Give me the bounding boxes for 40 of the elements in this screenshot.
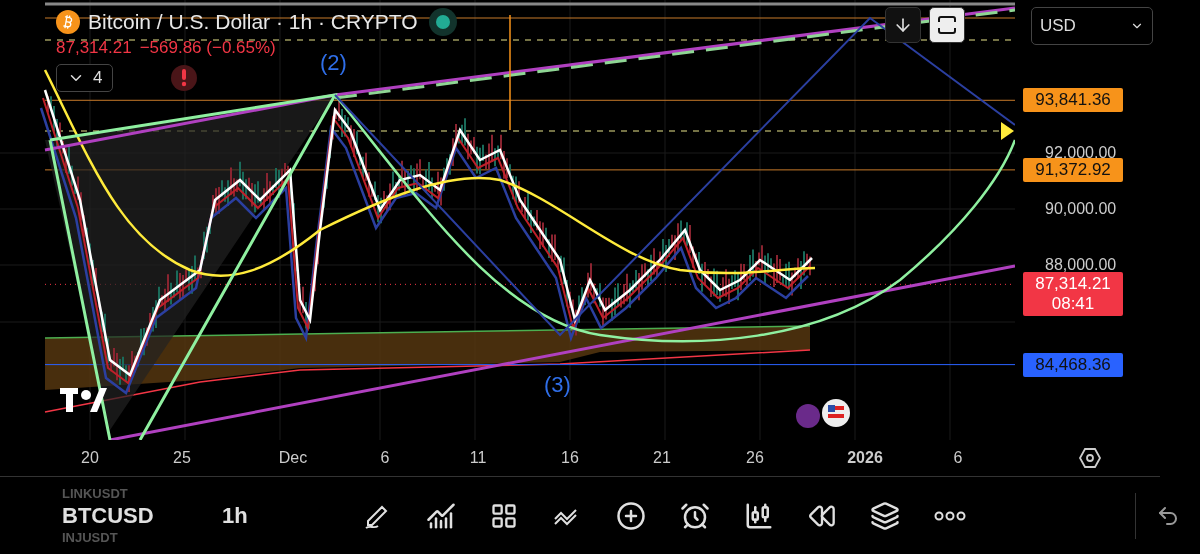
add-icon[interactable] xyxy=(616,500,646,531)
time-tick: 21 xyxy=(653,449,671,467)
price-level-tag: 84,468.36 xyxy=(1023,352,1123,377)
indicators-icon[interactable] xyxy=(426,500,456,531)
price-tick: 90,000.00 xyxy=(1045,200,1117,218)
current-price-tag: 87,314.21 08:41 xyxy=(1023,272,1123,317)
wave-label: (3) xyxy=(544,372,571,398)
time-tick: 6 xyxy=(953,449,963,467)
time-tick: 20 xyxy=(81,449,99,467)
flag-icon xyxy=(822,399,850,427)
alert-icon[interactable] xyxy=(171,65,198,91)
wave-label: (2) xyxy=(320,50,347,76)
bitcoin-icon xyxy=(56,10,80,34)
time-tick: 16 xyxy=(561,449,579,467)
symbol-title: Bitcoin / U.S. Dollar · 1h · CRYPTO xyxy=(88,10,418,34)
fullscreen-button[interactable] xyxy=(929,7,965,43)
time-tick: 25 xyxy=(173,449,191,467)
time-tick: 26 xyxy=(746,449,764,467)
symbol-name[interactable]: BTCUSD xyxy=(62,500,154,531)
scroll-down-button[interactable] xyxy=(885,7,921,43)
time-tick: 6 xyxy=(380,449,390,467)
logo xyxy=(60,388,107,412)
last-price: 87,314.21 xyxy=(56,38,132,58)
time-tick: 2026 xyxy=(847,449,883,467)
price-level-tag: 91,372.92 xyxy=(1023,157,1123,182)
currency-select[interactable]: USD xyxy=(1031,7,1153,45)
fullscreen-icon xyxy=(936,14,958,36)
indicators-toggle[interactable]: 4 xyxy=(56,64,114,92)
interval-button[interactable]: 1h xyxy=(222,502,342,529)
price-tick: 88,000.00 xyxy=(1045,256,1117,274)
price-change: −569.86 (−0.65%) xyxy=(139,38,276,58)
event-icon xyxy=(796,404,820,428)
layers-icon[interactable] xyxy=(870,500,900,531)
alarm-clock-icon[interactable] xyxy=(680,500,710,531)
time-tick: 11 xyxy=(469,449,487,467)
grid-icon[interactable] xyxy=(490,501,518,530)
triangle-marker-icon xyxy=(1001,122,1014,140)
settings-icon[interactable] xyxy=(1078,446,1102,470)
time-tick: Dec xyxy=(278,449,308,467)
price-level-tag: 93,841.36 xyxy=(1023,88,1123,113)
